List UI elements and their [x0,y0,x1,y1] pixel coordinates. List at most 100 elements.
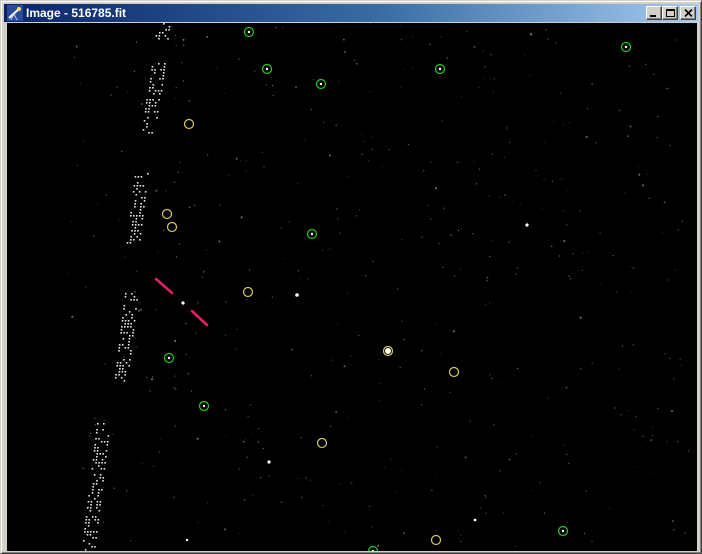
yellow-reference-marker [448,366,460,378]
faint-star [431,489,433,492]
streak-pixel [126,242,129,244]
yellow-reference-marker [161,208,173,220]
streak-pixel [99,474,102,476]
streak-pixel [130,212,132,214]
maximize-button[interactable] [662,6,678,20]
close-button[interactable] [680,6,696,20]
faint-star [92,439,95,441]
faint-star [272,95,274,97]
faint-star [656,136,658,139]
faint-star [585,490,587,492]
faint-star [484,495,486,497]
faint-star [628,65,631,67]
faint-star [343,365,346,368]
faint-star [350,481,353,484]
faint-star [371,526,373,528]
faint-star [174,340,177,343]
faint-star [466,30,468,33]
faint-star [629,125,632,128]
faint-star [305,477,307,479]
streak-pixel [121,344,124,346]
faint-star [236,328,238,330]
faint-star [238,533,240,535]
streak-pixel [121,326,123,328]
fits-image-canvas[interactable] [7,23,697,551]
streak-pixel [101,462,103,464]
streak-pixel [123,305,126,307]
streak-pixel [130,299,132,301]
streak-pixel [103,441,106,443]
streak-pixel [92,486,95,488]
target-marker-lower [190,309,209,327]
streak-pixel [140,176,143,178]
faint-star [379,382,381,384]
faint-star [562,123,564,126]
faint-star [263,166,265,168]
faint-star [599,232,601,234]
streak-pixel [146,99,148,101]
faint-star [674,269,676,271]
faint-star [206,502,208,504]
streak-pixel [99,477,102,479]
streak-pixel [105,450,108,452]
streak-pixel [159,78,161,80]
faint-star [676,39,678,41]
faint-star [175,45,177,47]
faint-star [637,166,640,168]
faint-star [673,529,675,531]
yellow-reference-marker [430,534,442,546]
streak-pixel [132,221,134,223]
faint-star [489,374,491,376]
faint-star [535,169,537,171]
streak-pixel [84,549,87,551]
faint-star [339,232,341,234]
faint-star [361,133,363,135]
faint-star [388,148,391,151]
faint-star [249,269,251,271]
faint-star [390,458,392,460]
faint-star [338,81,340,83]
title-bar[interactable]: Image - 516785.fit [4,4,698,22]
faint-star [272,84,274,87]
faint-star [197,301,200,304]
faint-star [193,204,196,206]
faint-star [284,257,286,260]
faint-star [76,164,78,166]
streak-pixel [87,525,90,527]
faint-star [688,450,690,452]
faint-star [152,376,154,378]
faint-star [563,240,566,242]
streak-pixel [94,447,96,449]
streak-pixel [134,224,137,226]
faint-star [307,278,309,280]
streak-pixel [124,296,127,298]
streak-pixel [147,111,150,113]
streak-pixel [133,185,136,187]
yellow-reference-marker [242,286,254,298]
streak-pixel [148,108,150,110]
faint-star [555,42,557,44]
streak-pixel [119,362,122,364]
streak-pixel [96,531,98,533]
faint-star [443,207,445,209]
streak-pixel [134,230,136,232]
faint-star [342,38,345,41]
minimize-button[interactable] [646,6,662,20]
faint-star [364,275,367,277]
faint-star [335,411,338,414]
faint-star [383,466,385,468]
faint-star [460,96,463,98]
faint-star [435,322,437,324]
faint-star [378,399,380,401]
streak-pixel [143,200,146,202]
streak-pixel [118,347,121,349]
faint-star [89,435,91,437]
faint-star [599,283,601,285]
telescope-icon[interactable] [7,5,23,21]
faint-star [622,345,624,347]
faint-star [642,435,644,437]
streak-pixel [158,32,161,34]
streak-pixel [85,516,88,518]
faint-star [377,544,380,547]
streak-pixel [118,344,121,346]
